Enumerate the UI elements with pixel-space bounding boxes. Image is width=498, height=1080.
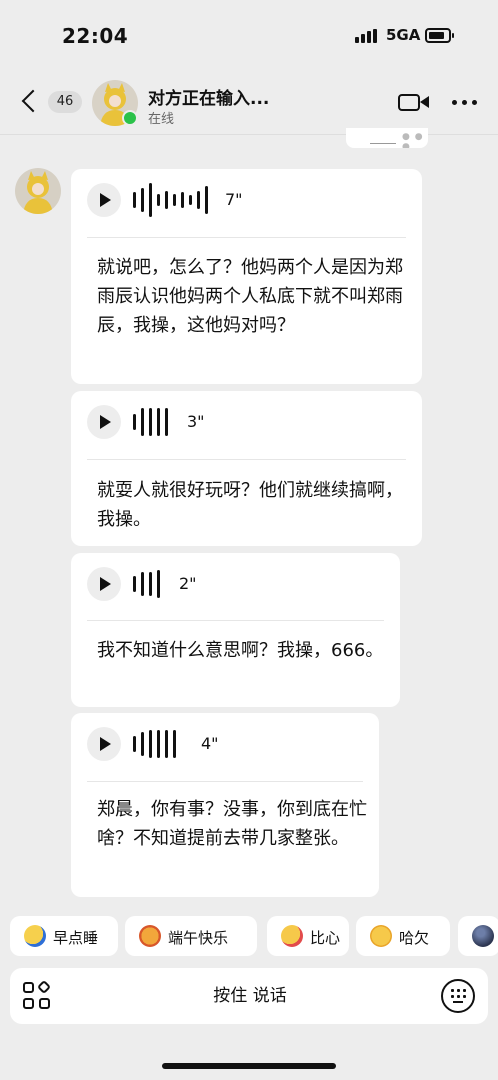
hold-to-talk-button[interactable]: 按住 说话 (160, 968, 340, 1024)
sender-avatar[interactable] (15, 168, 61, 214)
sticker-chip[interactable]: 比心 (267, 916, 349, 956)
home-indicator[interactable] (162, 1063, 336, 1069)
heart-hands-emoji-icon (281, 925, 303, 947)
yawn-emoji-icon (370, 925, 392, 947)
dark-face-emoji-icon (472, 925, 494, 947)
unread-count-badge[interactable]: 46 (48, 91, 82, 113)
sticker-chip[interactable]: 早点睡 (10, 916, 118, 956)
status-bar: 22:04 5GA (0, 0, 498, 70)
transcript-divider (87, 459, 406, 460)
keyboard-icon[interactable] (441, 979, 475, 1013)
chat-header: 46 对方正在输入... 在线 (0, 70, 498, 134)
chat-screen: 22:04 5GA 46 对方正在输入... 在线 ● ● ● 7" 就说吧，怎… (0, 0, 498, 1080)
play-icon[interactable] (87, 567, 121, 601)
voice-transcript: 就说吧，怎么了？他妈两个人是因为郑雨辰认识他妈两个人私底下就不叫郑雨辰，我操，这… (97, 257, 403, 336)
sticker-suggestions: 早点睡 端午快乐 比心 哈欠 (10, 916, 498, 956)
network-label: 5GA (386, 26, 421, 44)
voice-message-bubble[interactable]: 2" 我不知道什么意思啊？我操，666。 (71, 553, 400, 707)
signal-icon (355, 29, 379, 43)
voice-player[interactable]: 2" (87, 567, 387, 601)
play-icon[interactable] (87, 405, 121, 439)
sticker-chip[interactable]: 端午快乐 (125, 916, 257, 956)
previous-message-fragment: ● ● ● (346, 128, 428, 148)
online-status-icon (122, 110, 138, 126)
voice-transcript: 郑晨，你有事？没事，你到底在忙啥？不知道提前去带几家整张。 (97, 799, 367, 849)
transcript-divider (87, 781, 363, 782)
transcript-divider (87, 237, 406, 238)
status-time: 22:04 (62, 24, 129, 48)
voice-message-bubble[interactable]: 7" 就说吧，怎么了？他妈两个人是因为郑雨辰认识他妈两个人私底下就不叫郑雨辰，我… (71, 169, 422, 384)
voice-player[interactable]: 3" (87, 405, 387, 439)
voice-message-bubble[interactable]: 4" 郑晨，你有事？没事，你到底在忙啥？不知道提前去带几家整张。 (71, 713, 379, 897)
sticker-chip[interactable]: 哈欠 (356, 916, 450, 956)
video-call-icon[interactable] (398, 92, 432, 114)
input-bar: 按住 说话 (10, 968, 488, 1024)
voice-player[interactable]: 4" (87, 727, 387, 761)
sleep-emoji-icon (24, 925, 46, 947)
voice-duration: 7" (225, 190, 243, 209)
dragon-emoji-icon (139, 925, 161, 947)
more-options-icon[interactable] (452, 100, 478, 106)
chat-title: 对方正在输入... (148, 89, 270, 109)
battery-icon (425, 28, 454, 43)
voice-transcript: 就耍人就很好玩呀？他们就继续搞啊，我操。 (97, 480, 403, 530)
voice-player[interactable]: 7" (87, 183, 387, 217)
play-icon[interactable] (87, 183, 121, 217)
voice-message-bubble[interactable]: 3" 就耍人就很好玩呀？他们就继续搞啊，我操。 (71, 391, 422, 546)
transcript-divider (87, 620, 384, 621)
sticker-chip[interactable] (458, 916, 498, 956)
online-status-text: 在线 (148, 112, 175, 127)
voice-duration: 4" (201, 734, 219, 753)
play-icon[interactable] (87, 727, 121, 761)
more-features-icon[interactable] (23, 979, 52, 1010)
back-icon[interactable] (18, 88, 42, 116)
voice-duration: 2" (179, 574, 197, 593)
voice-duration: 3" (187, 412, 205, 431)
voice-transcript: 我不知道什么意思啊？我操，666。 (97, 640, 384, 661)
